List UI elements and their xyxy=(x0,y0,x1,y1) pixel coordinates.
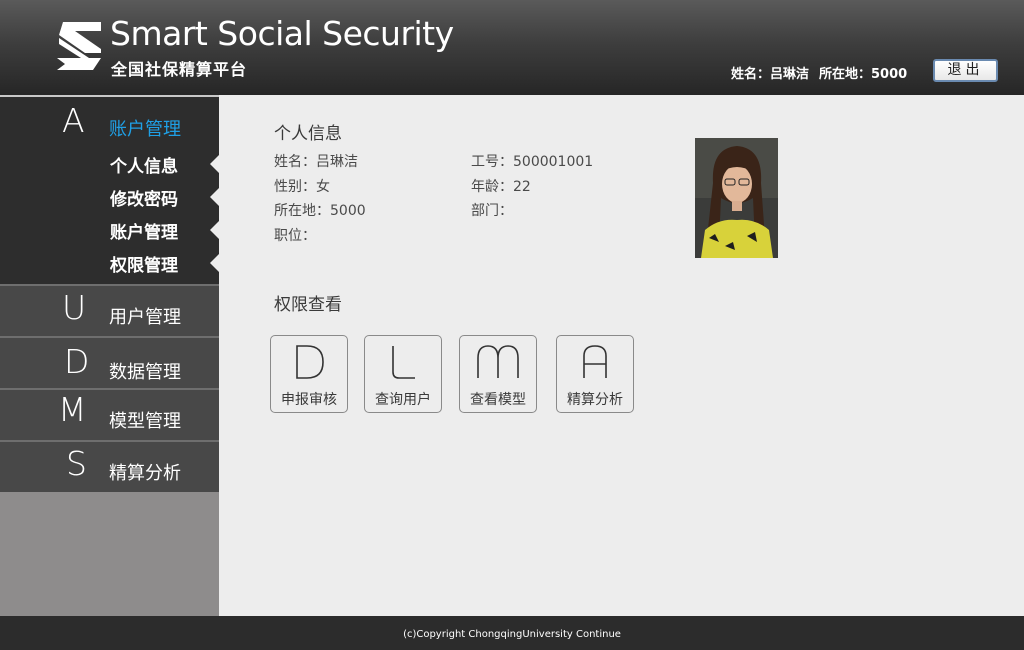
sidebar-section-title: 模型管理 xyxy=(109,411,181,432)
profile-heading: 个人信息 xyxy=(274,124,342,144)
user-name: 姓名：吕琳洁 xyxy=(731,67,810,82)
copyright-text: (c)Copyright ChongqingUniversity Continu… xyxy=(403,629,621,640)
profile-location: 所在地：5000 xyxy=(274,203,366,219)
profile-position: 职位： xyxy=(274,228,316,244)
actuarial-letter-icon: S xyxy=(66,444,87,483)
tile-label: 查看模型 xyxy=(470,392,526,408)
profile-employee-id: 工号：500001001 xyxy=(471,154,594,170)
profile-gender: 性别：女 xyxy=(274,179,330,195)
profile-department: 部门： xyxy=(471,203,513,219)
perm-tile-actuarial[interactable]: 精算分析 xyxy=(556,335,634,413)
notch-icon xyxy=(210,221,219,239)
footer: (c)Copyright ChongqingUniversity Continu… xyxy=(0,616,1024,650)
brand-title: Smart Social Security xyxy=(110,14,454,53)
profile-photo xyxy=(695,138,778,258)
account-letter-icon: A xyxy=(62,101,85,140)
permissions-heading: 权限查看 xyxy=(274,295,342,315)
active-notch-icon xyxy=(210,155,219,173)
sidebar-item-label: 账户管理 xyxy=(110,223,178,243)
perm-tile-query-users[interactable]: 查询用户 xyxy=(364,335,442,413)
app-header: Smart Social Security 全国社保精算平台 姓名：吕琳洁 所在地… xyxy=(0,0,1024,95)
sidebar-item-change-password[interactable]: 修改密码 xyxy=(0,180,219,213)
sidebar-section-models[interactable]: M 模型管理 xyxy=(0,388,219,440)
profile-name: 姓名：吕琳洁 xyxy=(274,154,358,170)
sidebar-section-title: 数据管理 xyxy=(109,362,181,383)
logout-button[interactable]: 退出 xyxy=(933,59,998,82)
sidebar-section-title: 精算分析 xyxy=(109,463,181,484)
sidebar-item-permission-manage[interactable]: 权限管理 xyxy=(0,246,219,279)
sidebar-section-users[interactable]: U 用户管理 xyxy=(0,284,219,336)
sidebar: A 账户管理 个人信息 修改密码 账户管理 权限管理 U 用户管理 D 数据管理… xyxy=(0,95,219,616)
tile-label: 查询用户 xyxy=(375,392,431,408)
perm-tile-review[interactable]: 申报审核 xyxy=(270,335,348,413)
notch-icon xyxy=(210,254,219,272)
sidebar-item-account-manage[interactable]: 账户管理 xyxy=(0,213,219,246)
letter-l-icon xyxy=(392,346,415,379)
sidebar-section-account: A 账户管理 个人信息 修改密码 账户管理 权限管理 xyxy=(0,95,219,284)
models-letter-icon: M xyxy=(58,390,87,429)
main-content: 个人信息 姓名：吕琳洁 性别：女 所在地：5000 职位： 工号：5000010… xyxy=(219,95,1024,616)
letter-d-icon xyxy=(296,345,324,379)
sidebar-section-actuarial[interactable]: S 精算分析 xyxy=(0,440,219,492)
letter-a-icon xyxy=(583,345,607,378)
data-letter-icon: D xyxy=(64,342,90,381)
sidebar-item-label: 权限管理 xyxy=(110,256,178,276)
tile-label: 精算分析 xyxy=(567,392,623,408)
sidebar-section-data[interactable]: D 数据管理 xyxy=(0,336,219,388)
logo-icon xyxy=(57,22,101,70)
sidebar-section-title: 用户管理 xyxy=(109,307,181,328)
brand-subtitle: 全国社保精算平台 xyxy=(111,60,248,79)
users-letter-icon: U xyxy=(62,288,87,327)
perm-tile-view-models[interactable]: 查看模型 xyxy=(459,335,537,413)
tile-label: 申报审核 xyxy=(281,392,337,408)
user-info: 姓名：吕琳洁 所在地：5000 xyxy=(731,63,917,82)
user-location: 所在地：5000 xyxy=(819,67,908,82)
sidebar-item-label: 个人信息 xyxy=(110,157,178,177)
sidebar-item-personal-info[interactable]: 个人信息 xyxy=(0,147,219,180)
sidebar-item-label: 修改密码 xyxy=(110,190,178,210)
sidebar-section-title[interactable]: 账户管理 xyxy=(109,115,181,141)
profile-age: 年龄：22 xyxy=(471,179,531,195)
letter-m-icon xyxy=(477,345,519,378)
notch-icon xyxy=(210,188,219,206)
